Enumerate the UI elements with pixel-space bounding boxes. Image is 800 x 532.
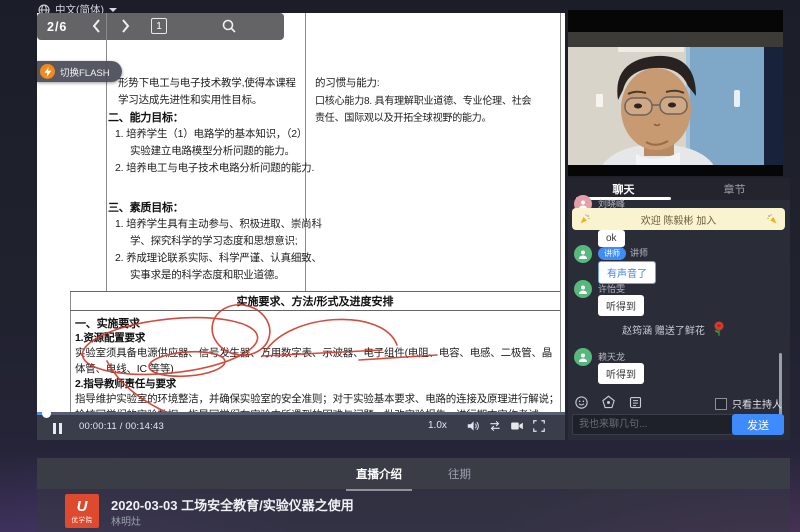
chat-message: 听得到 xyxy=(598,295,644,316)
tab-live-intro-label: 直播介绍 xyxy=(356,469,402,481)
doc-text: 学习达成先进性和实用性目标。 xyxy=(118,92,262,107)
chat-message: 听得到 xyxy=(598,363,644,384)
doc-text: 2. 养成理论联系实际、科学严谨、认真细致、 xyxy=(115,250,322,265)
gift-system-message: 赵筠涵 赠送了鲜花 xyxy=(568,320,782,338)
progress-track[interactable] xyxy=(37,412,565,415)
person-icon xyxy=(577,351,589,363)
person-icon xyxy=(577,283,589,295)
doc-text: 体管、电线、IC 等等) xyxy=(75,361,174,376)
tab-live-intro[interactable]: 直播介绍 xyxy=(354,460,404,488)
uxueyuan-logo: U 优学院 xyxy=(65,494,99,528)
only-host-toggle[interactable]: 只看主持人 xyxy=(715,396,782,411)
zoom-magnifier-icon[interactable] xyxy=(221,18,237,34)
course-list-item[interactable]: U 优学院 2020-03-03 工场安全教育/实验仪器之使用 林明灶 xyxy=(37,489,790,532)
progress-handle[interactable] xyxy=(42,409,51,418)
person-icon xyxy=(577,248,589,260)
time-display: 00:00:11 / 00:14:43 xyxy=(79,421,164,432)
doc-text: 责任、国际观以及开拓全球视野的能力。 xyxy=(315,109,491,124)
avatar xyxy=(574,348,592,366)
fullscreen-icon[interactable] xyxy=(532,419,546,433)
doc-text: 形势下电工与电子技术教学,使得本课程 xyxy=(118,75,296,90)
doc-text: 1. 培养学生具有主动参与、积极进取、崇尚科 xyxy=(115,216,322,231)
doc-text: 学、探究科学的学习态度和思想意识; xyxy=(130,233,298,248)
pause-button[interactable] xyxy=(53,421,65,439)
gift-message-text: 赵筠涵 赠送了鲜花 xyxy=(622,322,705,337)
tab-past-episodes[interactable]: 往期 xyxy=(446,460,473,488)
teacher-badge: 讲师 xyxy=(598,247,626,260)
chat-message: 有声音了 xyxy=(598,261,656,284)
chat-username: 讲师讲师 xyxy=(598,246,648,260)
switch-flash-button[interactable]: 切换FLASH xyxy=(37,61,122,82)
chat-username-text: 讲师 xyxy=(630,248,648,258)
doc-heading: 一、实施要求 xyxy=(75,315,140,331)
welcome-banner: 欢迎 陈毅彬 加入 xyxy=(572,208,785,230)
chevron-down-icon xyxy=(109,8,117,12)
chat-username: 赖天龙 xyxy=(598,350,625,363)
doc-text: 指导维护实验室的环境整洁，并确保实验室的安全准则；对于实验基本要求、电路的连接及… xyxy=(75,391,559,406)
logo-text: 优学院 xyxy=(72,514,93,524)
party-popper-icon xyxy=(766,213,778,225)
tab-past-episodes-label: 往期 xyxy=(448,469,471,481)
table-border xyxy=(106,13,107,291)
switch-line-icon[interactable] xyxy=(488,419,502,433)
live-course-page: 中文(简体) 形势下电工与电子技术教学,使得本课程 学习达成先进性和实用性目标。… xyxy=(0,0,800,532)
party-popper-icon xyxy=(579,213,591,225)
emoji-button-icon[interactable] xyxy=(574,395,589,410)
course-title[interactable]: 2020-03-03 工场安全教育/实验仪器之使用 xyxy=(111,495,354,514)
camera-toggle-icon[interactable] xyxy=(510,419,524,433)
bottom-tabbar: 直播介绍 往期 xyxy=(37,458,790,489)
doc-text: 口核心能力8. 具有理解职业道德、专业伦理、社会 xyxy=(315,92,531,107)
chat-message-input[interactable] xyxy=(572,414,734,435)
doc-heading: 2.指导教师责任与要求 xyxy=(75,376,176,391)
doc-text: 2. 培养电工与电子技术电路分析问题的能力. xyxy=(115,160,314,175)
tab-chat-label: 聊天 xyxy=(613,181,635,197)
doc-heading: 二、能力目标： xyxy=(108,109,184,125)
doc-heading: 三、素质目标： xyxy=(108,199,184,215)
avatar xyxy=(574,245,592,263)
tab-chapters[interactable]: 章节 xyxy=(679,178,790,200)
volume-icon[interactable] xyxy=(466,419,480,433)
flash-bolt-icon xyxy=(40,64,55,79)
page-number-input[interactable] xyxy=(151,18,167,34)
avatar xyxy=(574,280,592,298)
only-host-label: 只看主持人 xyxy=(732,396,782,411)
chat-toolbar: 只看主持人 xyxy=(568,395,790,411)
webcam-frame xyxy=(568,32,783,165)
page-nav-overlay: 2/6 xyxy=(37,13,284,40)
page-counter: 2/6 xyxy=(47,20,67,34)
flower-gift-button-icon[interactable] xyxy=(601,395,616,410)
playback-speed-button[interactable]: 1.0x xyxy=(428,420,447,431)
doc-heading: 1.资源配置要求 xyxy=(75,330,145,345)
next-page-icon[interactable] xyxy=(117,18,133,34)
only-host-checkbox[interactable] xyxy=(715,398,727,410)
course-author: 林明灶 xyxy=(111,513,141,528)
chat-panel: 聊天 章节 刘晓峰 ok 欢迎 陈毅彬 加入 讲 xyxy=(568,178,790,440)
notes-button-icon[interactable] xyxy=(628,395,643,410)
chat-username: 许怡雯 xyxy=(598,282,625,295)
player-controls: 00:00:11 / 00:14:43 1.0x xyxy=(37,412,565,440)
logo-u-glyph: U xyxy=(77,499,88,514)
doc-text: 的习惯与能力: xyxy=(315,75,380,90)
tab-chapters-label: 章节 xyxy=(724,181,746,197)
doc-text: 实验室须具备电源供应器、信号发生器、万用数字表、示波器、电子组件(电阻、电容、电… xyxy=(75,345,552,360)
instructor-webcam-video[interactable] xyxy=(568,10,783,176)
doc-text: 1. 培养学生（1）电路学的基本知识，（2） xyxy=(115,126,307,141)
doc-text: 实事求是的科学态度和职业道德。 xyxy=(130,267,285,282)
prev-page-icon[interactable] xyxy=(89,18,105,34)
doc-section-header: 实施要求、方法/形式及进度安排 xyxy=(70,291,560,311)
switch-flash-label: 切换FLASH xyxy=(60,65,110,79)
send-button[interactable]: 发送 xyxy=(732,414,784,435)
chat-message: ok xyxy=(598,230,625,247)
welcome-banner-text: 欢迎 陈毅彬 加入 xyxy=(641,212,717,227)
doc-text: 实验建立电路模型分析问题的能力。 xyxy=(130,143,295,158)
rose-flower-icon xyxy=(710,320,728,338)
table-border xyxy=(560,13,561,412)
